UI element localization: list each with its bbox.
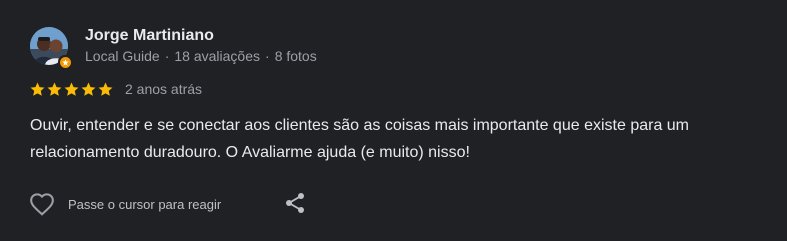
reviewer-meta: Local Guide · 18 avaliações · 8 fotos — [85, 48, 317, 64]
react-hint-label: Passe o cursor para reagir — [68, 196, 222, 212]
photos-count: 8 fotos — [274, 48, 317, 64]
reviews-count: 18 avaliações — [174, 48, 261, 64]
reviewer-name[interactable]: Jorge Martiniano — [85, 27, 214, 45]
meta-separator: · — [164, 48, 170, 64]
star-icon — [81, 82, 96, 96]
heart-outline-icon[interactable] — [29, 192, 55, 216]
rating-row: 2 anos atrás — [29, 80, 202, 98]
star-icon — [64, 82, 79, 96]
share-icon[interactable] — [283, 191, 307, 215]
star-icon — [98, 82, 113, 96]
star-icon — [30, 82, 45, 96]
local-guide-badge-icon — [58, 55, 72, 69]
reviewer-level: Local Guide — [85, 48, 160, 64]
review-actions: Passe o cursor para reagir — [29, 189, 304, 219]
star-rating — [29, 81, 114, 98]
reviewer-avatar-link[interactable] — [30, 27, 72, 69]
review-text: Ouvir, entender e se conectar aos client… — [30, 117, 690, 161]
review-date: 2 anos atrás — [125, 81, 203, 97]
react-button[interactable]: Passe o cursor para reagir — [29, 192, 221, 216]
review-card: Jorge Martiniano Local Guide · 18 avaliaçõ… — [0, 0, 787, 241]
star-icon — [47, 82, 62, 96]
meta-separator: · — [265, 48, 270, 64]
